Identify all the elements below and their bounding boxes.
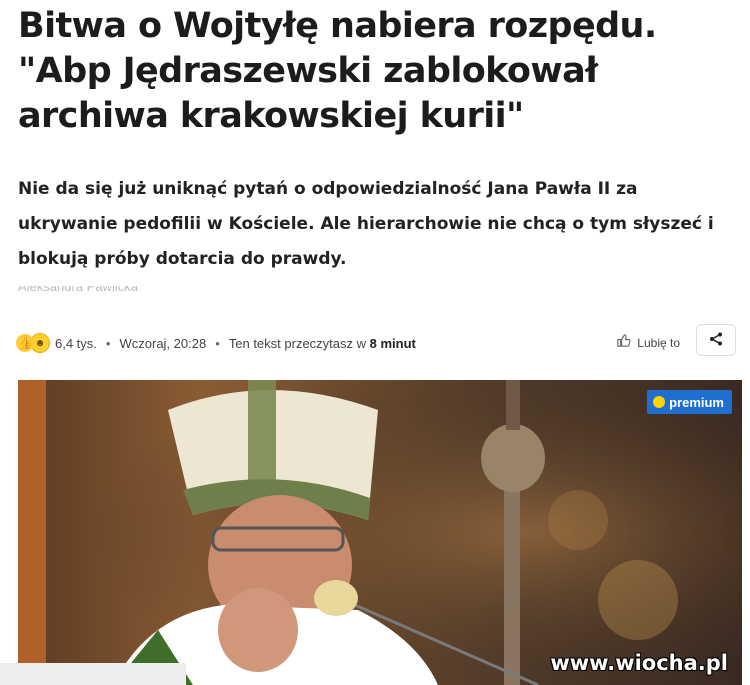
like-button[interactable]: Lubię to [616,333,680,352]
share-button[interactable] [696,324,736,356]
separator-dot: • [215,335,220,351]
share-icon [708,331,724,350]
reactions[interactable]: 👍 ☻ 6,4 tys. [16,333,97,353]
separator-dot: • [105,335,111,351]
author-name[interactable]: Aleksandra Pawlicka [18,286,138,300]
bottom-overlay-bar [0,663,186,685]
article-headline: Bitwa o Wojtyłę nabiera rozpędu. "Abp Ję… [18,6,657,136]
thumbs-up-icon: 👍 [16,334,34,352]
thumbs-up-outline-icon [616,333,631,352]
premium-dot-icon [653,396,666,408]
reading-time-value: 8 minut [369,335,416,351]
reading-time: Ten tekst przeczytasz w 8 minut [229,336,416,351]
premium-badge: premium [647,390,732,414]
article-meta: 👍 ☻ 6,4 tys. • Wczoraj, 20:28 • Ten teks… [16,324,736,358]
article-photo[interactable]: premium www.wiocha.pl [18,380,742,685]
reading-time-prefix: Ten tekst przeczytasz w [228,335,367,351]
author-label: Aleksandra Pawlicka [18,286,138,294]
premium-label: premium [669,394,724,410]
photo-illustration [18,380,742,685]
like-label: Lubię to [637,335,680,350]
reactions-count: 6,4 tys. [55,335,97,351]
site-watermark: www.wiocha.pl [550,651,728,675]
article-lead: Nie da się już uniknąć pytań o odpowiedz… [18,179,714,269]
publish-date: Wczoraj, 20:28 [119,335,207,351]
